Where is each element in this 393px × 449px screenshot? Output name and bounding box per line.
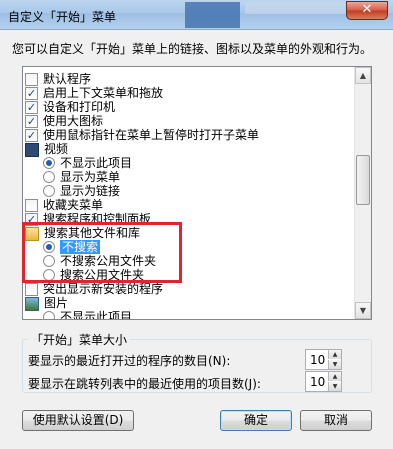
- scroll-down-button[interactable]: ▼: [355, 302, 371, 319]
- option-label: 使用大图标: [43, 114, 104, 128]
- spin-down-icon[interactable]: ▼: [328, 360, 341, 369]
- radio-option[interactable]: 显示为菜单: [43, 170, 120, 185]
- title-bar: 自定义「开始」菜单 ✕: [0, 0, 393, 30]
- radio-unselected-icon[interactable]: [43, 311, 55, 319]
- checkbox-option[interactable]: ✓ 使用鼠标指针在菜单上暂停时打开子菜单: [25, 128, 259, 143]
- checkbox-unchecked-icon[interactable]: [25, 199, 38, 212]
- checkbox-option[interactable]: ✓ 设备和打印机: [25, 100, 115, 115]
- option-label: 显示为链接: [60, 184, 121, 198]
- picture-icon: [25, 297, 39, 311]
- radio-option[interactable]: 不显示此项目: [43, 310, 133, 320]
- recent-programs-spinner[interactable]: 10 ▲ ▼: [305, 349, 342, 370]
- option-label: 启用上下文菜单和拖放: [43, 86, 164, 100]
- vertical-scrollbar[interactable]: ▲ ▼: [354, 67, 371, 319]
- radio-option[interactable]: 显示为链接: [43, 184, 120, 199]
- option-label: 使用鼠标指针在菜单上暂停时打开子菜单: [43, 128, 260, 142]
- checkbox-option[interactable]: ✓ 启用上下文菜单和拖放: [25, 86, 163, 101]
- cancel-button[interactable]: 取消: [300, 410, 372, 431]
- option-label: 显示为菜单: [60, 170, 121, 184]
- radio-unselected-icon[interactable]: [43, 185, 55, 197]
- checkbox-option[interactable]: 收藏夹菜单: [25, 198, 103, 213]
- scroll-thumb[interactable]: [356, 155, 370, 205]
- scroll-up-button[interactable]: ▲: [355, 67, 371, 84]
- spin-up-icon[interactable]: ▲: [328, 372, 341, 381]
- option-label: 图片: [44, 296, 69, 310]
- blurred-background: [185, 2, 240, 28]
- radio-unselected-icon[interactable]: [43, 171, 55, 183]
- spin-down-icon[interactable]: ▼: [328, 382, 341, 391]
- option-label: 收藏夹菜单: [43, 198, 104, 212]
- checkbox-checked-icon[interactable]: ✓: [25, 115, 38, 128]
- option-label: 设备和打印机: [43, 100, 116, 114]
- checkbox-checked-icon[interactable]: ✓: [25, 87, 38, 100]
- jumplist-items-spinner[interactable]: 10 ▲ ▼: [305, 371, 342, 392]
- recent-programs-label: 要显示的最近打开过的程序的数目(N):: [28, 354, 231, 368]
- window-title: 自定义「开始」菜单: [8, 10, 117, 24]
- jumplist-items-value[interactable]: 10: [310, 375, 325, 389]
- video-icon: [25, 143, 39, 157]
- checkbox-unchecked-icon[interactable]: [25, 283, 38, 296]
- checkbox-option[interactable]: ✓ 使用大图标: [25, 114, 103, 129]
- group-header: 视频: [25, 142, 68, 157]
- checkbox-unchecked-icon[interactable]: [25, 73, 38, 86]
- jumplist-items-label: 要显示在跳转列表中的最近使用的项目数(J):: [28, 377, 261, 391]
- option-label: 不显示此项目: [60, 156, 133, 170]
- recent-programs-value[interactable]: 10: [310, 353, 325, 367]
- radio-option[interactable]: 不显示此项目: [43, 156, 132, 171]
- dialog-description: 您可以自定义「开始」菜单上的链接、图标以及菜单的外观和行为。: [12, 42, 373, 56]
- blurred-background-text: [245, 2, 355, 14]
- checkbox-checked-icon[interactable]: ✓: [25, 101, 38, 114]
- checkbox-checked-icon[interactable]: ✓: [25, 129, 38, 142]
- spin-up-icon[interactable]: ▲: [328, 350, 341, 359]
- group-header: 图片: [25, 296, 68, 311]
- annotation-highlight-box: [22, 222, 182, 283]
- option-label: 默认程序: [43, 72, 92, 86]
- option-label: 视频: [44, 142, 69, 156]
- use-default-settings-button[interactable]: 使用默认设置(D): [22, 410, 134, 431]
- option-label: 不显示此项目: [60, 310, 133, 320]
- close-button[interactable]: ✕: [346, 1, 388, 20]
- checkbox-option[interactable]: 默认程序: [25, 72, 91, 87]
- option-label: 突出显示新安装的程序: [43, 282, 164, 296]
- radio-selected-icon[interactable]: [43, 157, 55, 169]
- start-menu-size-legend: 「开始」菜单大小: [28, 331, 131, 348]
- checkbox-option[interactable]: 突出显示新安装的程序: [25, 282, 163, 297]
- ok-button[interactable]: 确定: [220, 410, 292, 431]
